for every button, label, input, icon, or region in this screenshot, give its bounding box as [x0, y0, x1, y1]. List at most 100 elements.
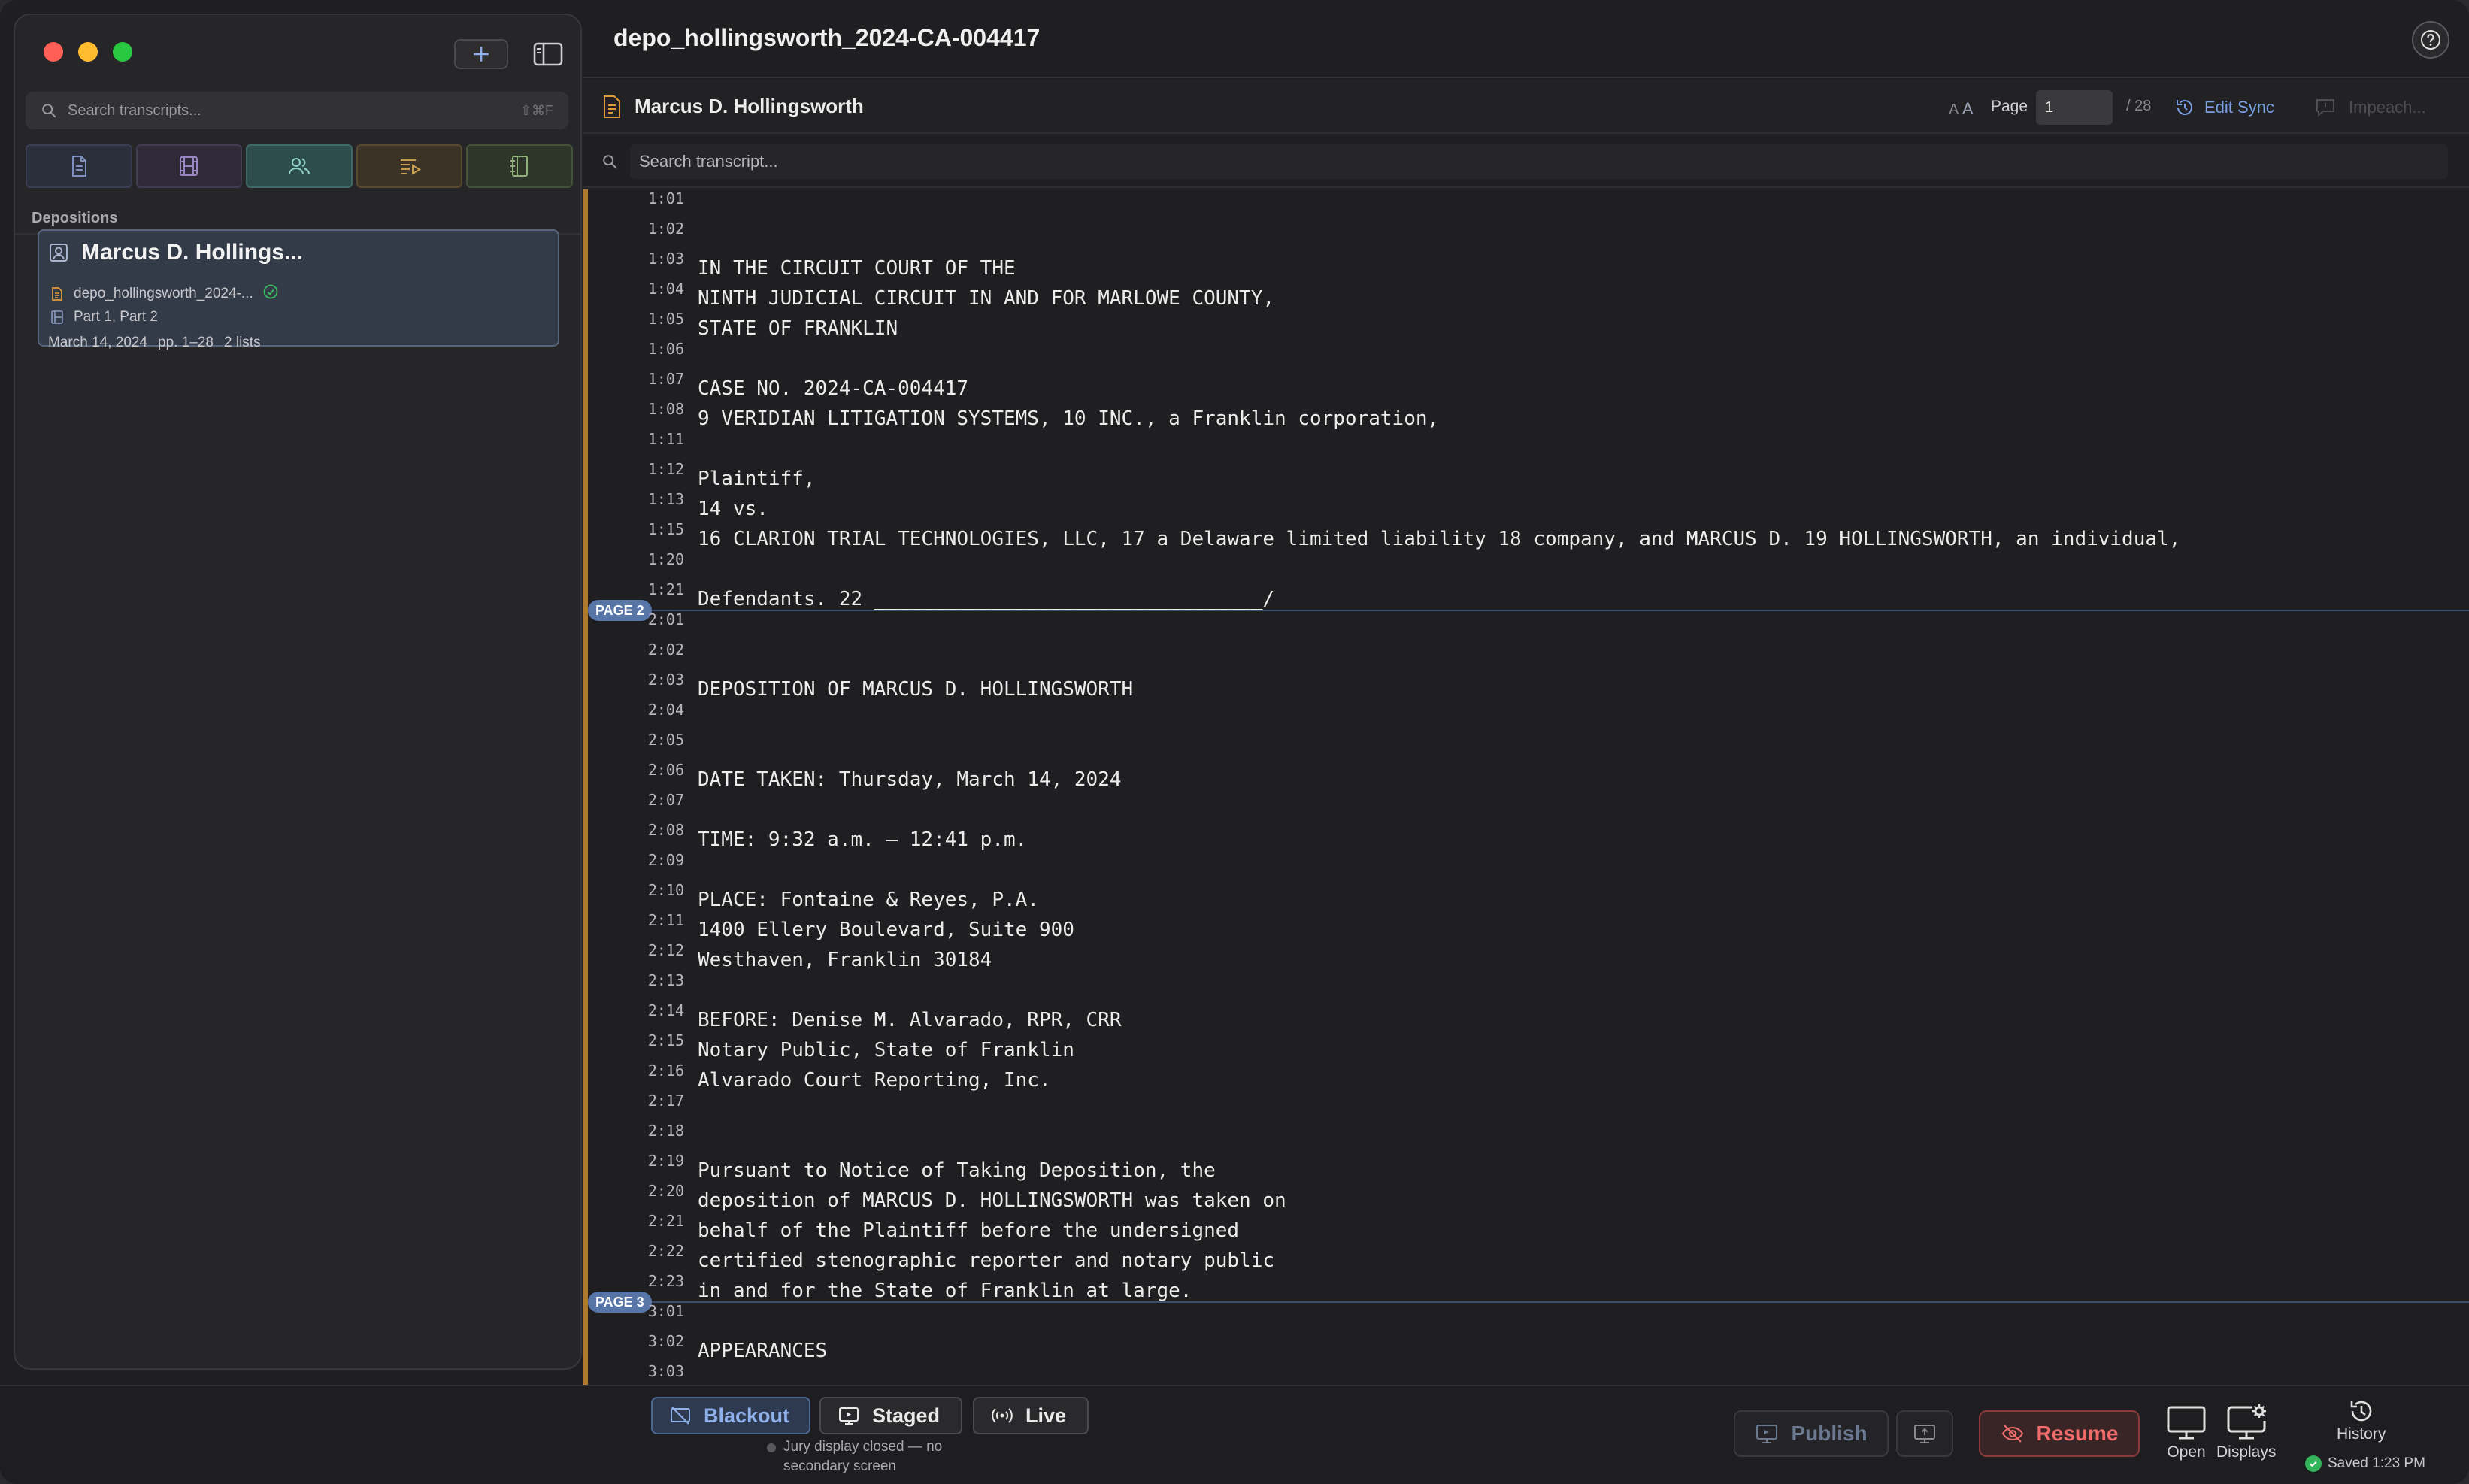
- transcript-line[interactable]: 1:20: [583, 550, 2469, 580]
- transcript-line[interactable]: 2:13: [583, 971, 2469, 1001]
- transcript-line[interactable]: 2:23 in and for the State of Franklin at …: [583, 1272, 2469, 1302]
- open-display-button[interactable]: Open: [2165, 1403, 2207, 1461]
- help-button[interactable]: [2412, 21, 2449, 59]
- line-number: 2:22: [647, 1242, 684, 1260]
- transcript-line[interactable]: 2:22 certified stenographic reporter and …: [583, 1242, 2469, 1272]
- line-number: 2:08: [647, 821, 684, 839]
- transcript-line[interactable]: 2:11 1400 Ellery Boulevard, Suite 900: [583, 911, 2469, 941]
- staged-label: Staged: [872, 1404, 941, 1427]
- line-number: 2:13: [647, 971, 684, 989]
- search-transcripts-input[interactable]: [68, 101, 520, 120]
- transcript-line[interactable]: 1:12 Plaintiff,: [583, 460, 2469, 490]
- line-text: CASE NO. 2024-CA-004417: [698, 377, 969, 400]
- line-number: 3:03: [647, 1362, 684, 1380]
- question-icon: [2421, 30, 2440, 50]
- transcript-line[interactable]: 2:16 Alvarado Court Reporting, Inc.: [583, 1062, 2469, 1092]
- deposition-card[interactable]: Marcus D. Hollings... depo_hollingsworth…: [38, 229, 559, 350]
- transcript-line[interactable]: 1:03 IN THE CIRCUIT COURT OF THE: [583, 250, 2469, 280]
- line-number: 2:17: [647, 1092, 684, 1110]
- tab-documents[interactable]: [26, 144, 132, 188]
- filter-tabs: [26, 144, 573, 189]
- publish-button[interactable]: Publish: [1734, 1410, 1889, 1457]
- impeach-button[interactable]: Impeach...: [2314, 92, 2426, 123]
- transcript-line[interactable]: 1:08 9 VERIDIAN LITIGATION SYSTEMS, 10 IN…: [583, 400, 2469, 430]
- cast-to-display-button[interactable]: [1896, 1410, 1953, 1457]
- transcript-line[interactable]: 1:01: [583, 189, 2469, 220]
- tab-people[interactable]: [246, 144, 353, 188]
- transcript-line[interactable]: 2:05: [583, 731, 2469, 761]
- live-button[interactable]: Live: [973, 1397, 1089, 1434]
- transcript-line[interactable]: 2:07: [583, 791, 2469, 821]
- film-icon: [180, 156, 198, 176]
- transcript-line[interactable]: 2:20 deposition of MARCUS D. HOLLINGSWORT…: [583, 1182, 2469, 1212]
- line-text: 1400 Ellery Boulevard, Suite 900: [698, 919, 1074, 941]
- blackout-label: Blackout: [704, 1404, 790, 1427]
- transcript-line[interactable]: 2:18: [583, 1122, 2469, 1152]
- transcript-line[interactable]: 2:06 DATE TAKEN: Thursday, March 14, 2024: [583, 761, 2469, 791]
- font-larger-button[interactable]: A: [1962, 99, 1974, 118]
- line-text: Pursuant to Notice of Taking Deposition,…: [698, 1159, 1216, 1182]
- transcript-line[interactable]: 3:03: [583, 1362, 2469, 1385]
- transcript-line[interactable]: 1:21 Defendants. 22 _____________________…: [583, 580, 2469, 610]
- transcript-line[interactable]: 2:02: [583, 641, 2469, 671]
- transcript-line[interactable]: 1:04 NINTH JUDICIAL CIRCUIT IN AND FOR MA…: [583, 280, 2469, 310]
- transcript-view[interactable]: 1:01 1:02 1:03 IN THE CIRCUIT COURT OF THE 1…: [583, 189, 2469, 1385]
- transcript-line[interactable]: 2:03 DEPOSITION OF MARCUS D. HOLLINGSWORT…: [583, 671, 2469, 701]
- transcript-line[interactable]: 2:12 Westhaven, Franklin 30184: [583, 941, 2469, 971]
- line-number: 1:02: [647, 220, 684, 238]
- resume-button[interactable]: Resume: [1979, 1410, 2140, 1457]
- search-transcript-input[interactable]: [630, 144, 2448, 179]
- zoom-window-button[interactable]: [113, 42, 132, 62]
- transcript-line[interactable]: 3:02 APPEARANCES: [583, 1332, 2469, 1362]
- transcript-line[interactable]: 2:10 PLACE: Fontaine & Reyes, P.A.: [583, 881, 2469, 911]
- transcript-line[interactable]: 2:19 Pursuant to Notice of Taking Deposit…: [583, 1152, 2469, 1182]
- line-text: Alvarado Court Reporting, Inc.: [698, 1069, 1051, 1092]
- tab-clips[interactable]: [356, 144, 463, 188]
- transcript-line[interactable]: 1:11: [583, 430, 2469, 460]
- line-number: 1:21: [647, 580, 684, 598]
- line-number: 2:01: [647, 610, 684, 628]
- plus-icon: [474, 47, 489, 62]
- line-number: 1:20: [647, 550, 684, 568]
- tab-exhibits[interactable]: [466, 144, 573, 188]
- history-button[interactable]: History: [2337, 1397, 2386, 1443]
- close-window-button[interactable]: [44, 42, 63, 62]
- line-number: 2:03: [647, 671, 684, 689]
- transcript-line[interactable]: 2:09: [583, 851, 2469, 881]
- transcript-line[interactable]: 2:04: [583, 701, 2469, 731]
- transcript-line[interactable]: 1:05 STATE OF FRANKLIN: [583, 310, 2469, 340]
- page-number-input[interactable]: [2036, 90, 2113, 125]
- binder-icon: [510, 156, 529, 177]
- transcript-line[interactable]: 1:06: [583, 340, 2469, 370]
- section-label-depositions: Depositions: [32, 210, 118, 226]
- app-window: ⇧⌘F Depositions Marcus D. Hol: [0, 0, 2469, 1484]
- displays-settings-button[interactable]: Displays: [2216, 1403, 2276, 1461]
- transcript-line[interactable]: 1:07 CASE NO. 2024-CA-004417: [583, 370, 2469, 400]
- transcript-line[interactable]: 1:02: [583, 220, 2469, 250]
- add-transcript-button[interactable]: [454, 39, 508, 69]
- transcript-line[interactable]: 2:21 behalf of the Plaintiff before the u…: [583, 1212, 2469, 1242]
- transcript-line[interactable]: 1:15 16 CLARION TRIAL TECHNOLOGIES, LLC, …: [583, 520, 2469, 550]
- transcript-line[interactable]: 2:14 BEFORE: Denise M. Alvarado, RPR, CRR: [583, 1001, 2469, 1031]
- line-number: 1:15: [647, 520, 684, 538]
- transcript-line[interactable]: 1:13 14 vs.: [583, 490, 2469, 520]
- transcript-line[interactable]: 2:08 TIME: 9:32 a.m. – 12:41 p.m.: [583, 821, 2469, 851]
- edit-sync-button[interactable]: Edit Sync: [2168, 92, 2280, 123]
- document-icon: [71, 156, 86, 177]
- sidebar: ⇧⌘F Depositions Marcus D. Hol: [14, 14, 582, 1370]
- card-parts: Part 1, Part 2: [74, 309, 158, 325]
- transcript-line[interactable]: 3:01: [583, 1302, 2469, 1332]
- staged-button[interactable]: Staged: [819, 1397, 962, 1434]
- transcript-line[interactable]: 2:17: [583, 1092, 2469, 1122]
- blackout-button[interactable]: Blackout: [651, 1397, 810, 1434]
- minimize-window-button[interactable]: [78, 42, 98, 62]
- line-number: 1:03: [647, 250, 684, 268]
- tab-video[interactable]: [135, 144, 243, 188]
- font-size-control[interactable]: A A: [1949, 99, 1974, 119]
- transcript-line[interactable]: 2:01: [583, 610, 2469, 641]
- line-number: 2:06: [647, 761, 684, 779]
- toggle-sidebar-button[interactable]: [532, 41, 564, 68]
- transcript-line[interactable]: 2:15 Notary Public, State of Franklin: [583, 1031, 2469, 1062]
- font-smaller-button[interactable]: A: [1949, 101, 1958, 118]
- transcripts-search[interactable]: ⇧⌘F: [26, 92, 568, 129]
